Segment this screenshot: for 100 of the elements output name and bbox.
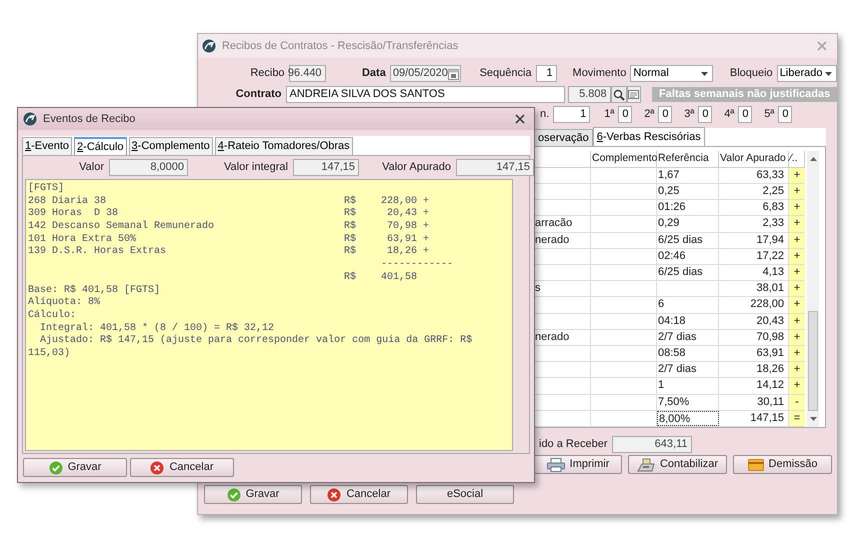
search-button[interactable] — [610, 86, 627, 103]
reference-cell[interactable]: 04:18 — [657, 314, 719, 329]
scrollbar[interactable] — [807, 151, 819, 427]
reference-cell[interactable]: 7,50% — [657, 394, 719, 410]
header-cell[interactable]: Complemento — [591, 151, 657, 167]
week-field[interactable]: 0 — [698, 106, 712, 123]
memo-line: 139 D.S.R. Horas Extras — [28, 246, 168, 260]
reference-cell[interactable]: 2/7 dias — [657, 362, 719, 378]
currency-label: R$ — [344, 234, 358, 246]
week-field[interactable]: 0 — [618, 106, 632, 123]
tab[interactable]: 2-Cálculo — [74, 137, 127, 155]
memo-line: Alíquota: 8% — [28, 297, 102, 310]
scroll-down-icon[interactable] — [810, 417, 816, 421]
contract-code-field[interactable]: 5.808 — [568, 86, 611, 103]
tab[interactable]: 6-Verbas Rescisórias — [592, 127, 705, 146]
header-cell[interactable]: Referência — [657, 151, 719, 167]
reference-cell[interactable]: 0,29 — [657, 216, 719, 232]
reference-cell[interactable]: 8,00% — [657, 410, 719, 426]
calculator-icon — [636, 458, 655, 472]
week-field[interactable]: 0 — [778, 106, 792, 123]
tab[interactable]: 3-Complemento — [128, 137, 213, 155]
reference-cell[interactable]: 01:26 — [657, 200, 719, 216]
dialog-button[interactable]: Cancelar — [130, 458, 234, 477]
field-label: 4ª — [724, 107, 734, 122]
tab[interactable]: 1-Evento — [22, 137, 72, 155]
app-logo-icon — [23, 112, 37, 126]
sign-cell: = — [789, 410, 805, 426]
table-cell: nerado — [535, 234, 570, 246]
action-button[interactable]: Imprimir — [534, 455, 622, 474]
reference-cell[interactable]: 02:46 — [657, 248, 719, 264]
footer-button[interactable]: Cancelar — [310, 485, 408, 504]
table-cell: 8,00% — [659, 412, 690, 425]
memo-line: 142 Descanso Semanal Remunerado — [28, 221, 216, 234]
close-icon[interactable] — [515, 114, 525, 124]
memo-line: 101 Hora Extra 50% — [28, 234, 138, 246]
window-title: Eventos de Recibo — [43, 112, 136, 127]
week-field[interactable]: 0 — [658, 106, 672, 123]
sign-text: + — [423, 208, 430, 222]
date-field[interactable]: 09/05/2020 — [390, 65, 461, 82]
number-field[interactable]: 1 — [553, 106, 590, 123]
sign-cell: + — [789, 362, 805, 378]
field-label: Valor integral — [223, 160, 289, 176]
field-label: ido a Receber — [539, 437, 608, 452]
value-field[interactable]: 8,0000 — [109, 159, 188, 176]
list-button[interactable] — [626, 86, 641, 103]
value-field[interactable]: 147,15 — [293, 159, 359, 176]
table-cell: 1,67 — [658, 168, 680, 181]
table-cell: 2/7 dias — [658, 363, 697, 376]
header-cell[interactable]: Valor Apurado — [719, 151, 789, 167]
footer-button[interactable]: eSocial — [416, 485, 514, 504]
reference-cell[interactable]: 08:58 — [657, 346, 719, 362]
table-cell: 7,50% — [658, 396, 690, 408]
lock-select[interactable]: Liberado — [776, 65, 837, 82]
recibo-field[interactable]: 96.440 — [288, 65, 326, 82]
table-cell: 1 — [658, 379, 664, 392]
amount: 401,58 — [380, 272, 417, 285]
reference-cell[interactable]: 1,67 — [657, 168, 719, 184]
calculation-memo[interactable] — [25, 179, 513, 451]
memo-line: 309 Horas D 38 — [28, 208, 120, 220]
tab[interactable]: 4-Rateio Tomadores/Obras — [214, 137, 353, 155]
memo-line: Cálculo: — [28, 310, 78, 322]
value-field[interactable]: 147,15 — [456, 159, 534, 176]
memo-line: Integral: 401,58 * (8 / 100) = R$ 32,12 — [39, 322, 276, 334]
contract-field[interactable]: ANDREIA SILVA DOS SANTOS — [286, 86, 565, 103]
memo-line: Base: R$ 401,58 [FGTS] — [28, 284, 162, 296]
scrollbar-thumb[interactable] — [808, 311, 818, 411]
dialog-button[interactable]: Gravar — [23, 458, 127, 477]
window-title: Recibos de Contratos - Rescisão/Transferências — [222, 38, 458, 54]
table-cell: 08:58 — [658, 346, 686, 359]
net-amount-field[interactable]: 643,11 — [612, 436, 692, 453]
sign-cell: + — [789, 200, 805, 216]
reference-cell[interactable]: 2/7 dias — [657, 330, 719, 345]
currency-label: R$ — [344, 196, 358, 208]
action-button[interactable]: Contabilizar — [628, 455, 727, 474]
amount: 20,43 — [386, 208, 417, 221]
card-icon — [748, 458, 764, 470]
scroll-up-icon[interactable] — [810, 157, 816, 161]
sign-cell: + — [789, 346, 805, 362]
table-cell: arracão — [535, 217, 572, 230]
tab[interactable]: oservação — [534, 129, 593, 146]
reference-cell[interactable]: 6 — [657, 297, 719, 313]
reference-cell[interactable]: 0,25 — [657, 184, 719, 200]
reference-cell[interactable]: 1 — [657, 378, 719, 394]
header-cell[interactable]: ⁄.. — [789, 151, 805, 167]
movement-select[interactable]: Normal — [630, 65, 714, 82]
action-button[interactable]: Demissão — [733, 455, 832, 474]
sign-cell: + — [789, 281, 805, 296]
sign-cell: + — [789, 297, 805, 313]
table-cell: 01:26 — [658, 201, 686, 214]
table-cell: 02:46 — [658, 250, 686, 262]
sign-cell: + — [789, 184, 805, 200]
printer-icon — [546, 458, 565, 472]
footer-button[interactable]: Gravar — [204, 485, 302, 504]
sequence-field[interactable]: 1 — [536, 65, 557, 82]
separator-line: ------------ — [381, 259, 454, 272]
week-field[interactable]: 0 — [738, 106, 752, 123]
field-label: 1ª — [604, 107, 614, 122]
calendar-icon[interactable] — [448, 68, 459, 80]
reference-cell[interactable]: 6/25 dias — [657, 265, 719, 280]
reference-cell[interactable]: 6/25 dias — [657, 232, 719, 248]
